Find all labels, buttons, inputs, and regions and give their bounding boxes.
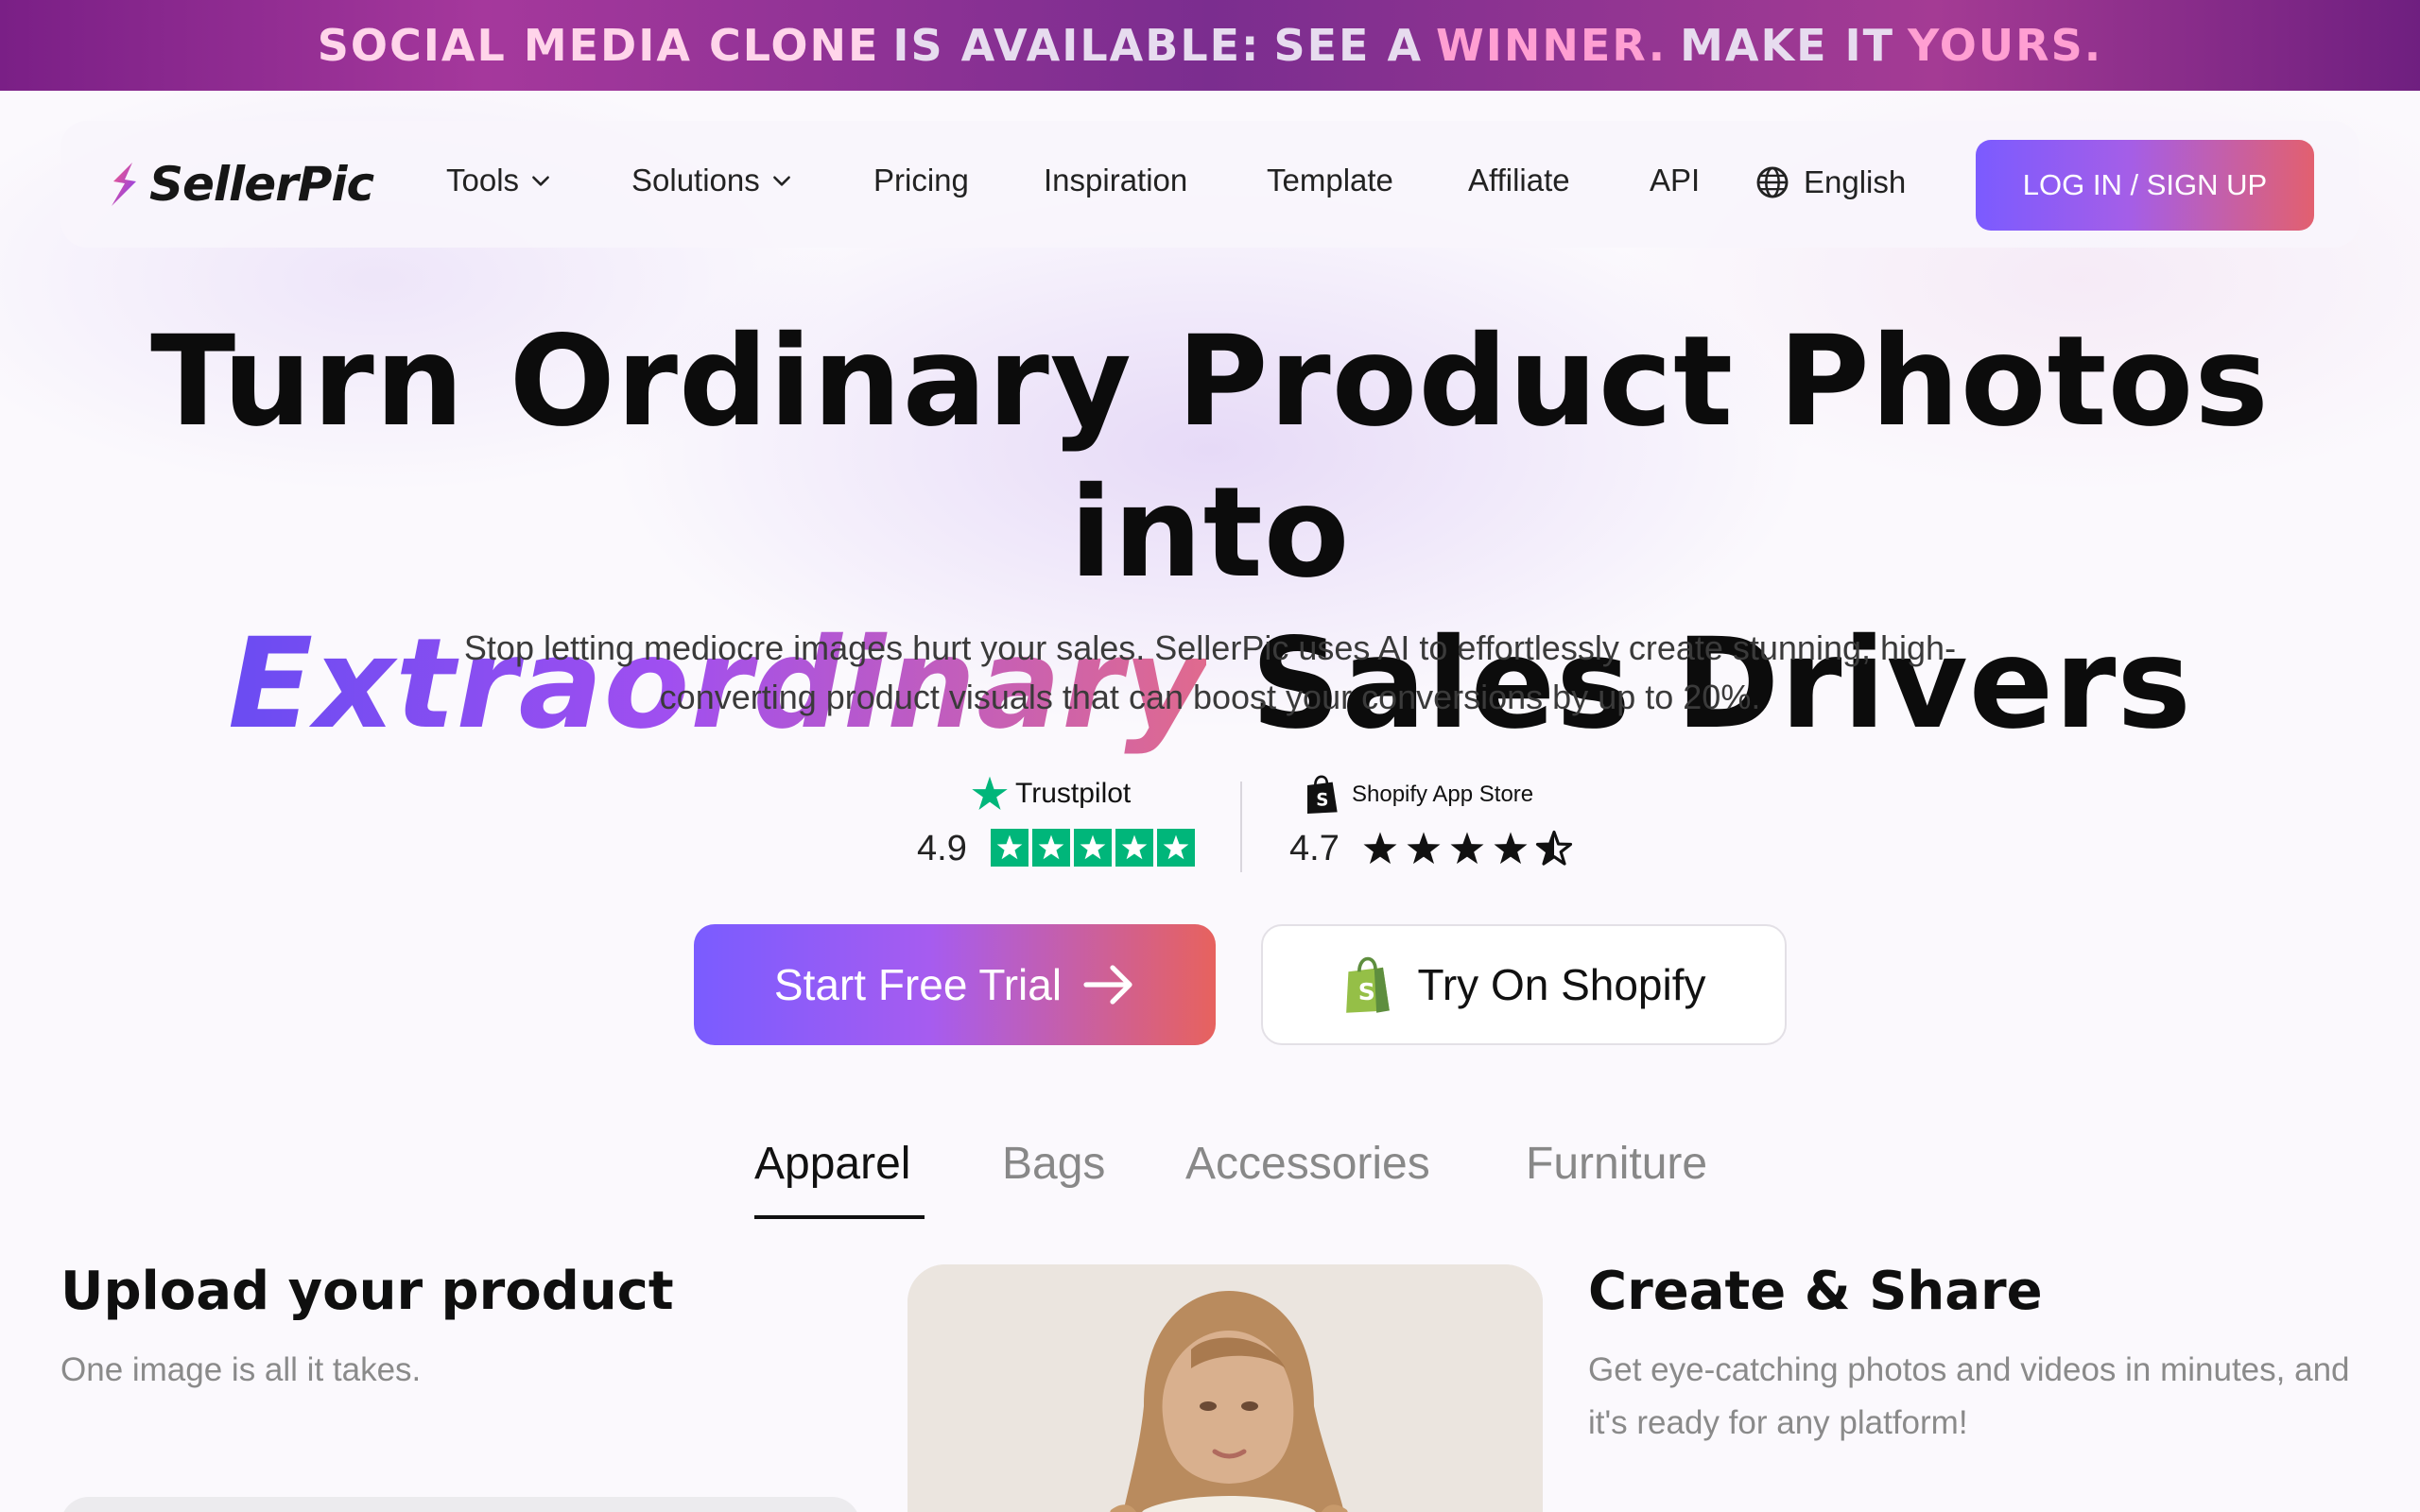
nav-solutions-label: Solutions xyxy=(631,163,760,198)
trustpilot-logo[interactable]: Trustpilot xyxy=(970,774,1131,814)
nav-pricing-label: Pricing xyxy=(873,163,969,198)
create-share-step-title: Create & Share xyxy=(1588,1261,2043,1322)
ratings-row: Trustpilot 4.9 S Shopify App Store 4.7 xyxy=(908,770,1588,874)
hero-subtitle: Stop letting mediocre images hurt your s… xyxy=(463,628,1957,716)
shopify-bag-icon: S xyxy=(1307,775,1338,814)
tab-apparel[interactable]: Apparel xyxy=(754,1138,910,1190)
shopify-bag-icon: S xyxy=(1346,956,1391,1013)
tab-accessories[interactable]: Accessories xyxy=(1185,1138,1430,1190)
nav-template[interactable]: Template xyxy=(1267,163,1393,198)
announcement-banner[interactable]: SOCIAL MEDIA CLONE IS AVAILABLE: SEE A W… xyxy=(0,0,2420,91)
banner-text-1: SOCIAL MEDIA CLONE xyxy=(317,20,880,71)
login-signup-button[interactable]: LOG IN / SIGN UP xyxy=(1976,140,2314,231)
nav-affiliate-label: Affiliate xyxy=(1468,163,1570,198)
nav-solutions[interactable]: Solutions xyxy=(631,163,794,198)
star-icon xyxy=(1450,832,1484,865)
trustpilot-name: Trustpilot xyxy=(1015,778,1132,809)
nav-tools[interactable]: Tools xyxy=(446,163,553,198)
half-star-icon xyxy=(1535,830,1573,866)
trustpilot-star-icon xyxy=(972,776,1008,810)
banner-text-2: IS AVAILABLE: xyxy=(892,20,1261,71)
shopify-score: 4.7 xyxy=(1289,829,1340,868)
model-image xyxy=(908,1264,1543,1512)
trustpilot-stars xyxy=(991,829,1195,867)
nav-api-label: API xyxy=(1650,163,1701,198)
banner-text-4: WINNER. xyxy=(1436,20,1668,71)
trustpilot-score: 4.9 xyxy=(917,829,967,868)
upload-dropzone[interactable] xyxy=(60,1497,860,1512)
star-icon xyxy=(1363,832,1397,865)
star-icon xyxy=(1494,832,1528,865)
try-on-shopify-label: Try On Shopify xyxy=(1417,960,1706,1009)
star-icon xyxy=(1115,829,1153,867)
nav-tools-label: Tools xyxy=(446,163,520,198)
start-free-trial-label: Start Free Trial xyxy=(773,960,1063,1009)
upload-step-title: Upload your product xyxy=(60,1261,674,1322)
banner-text-3: SEE A xyxy=(1273,20,1424,71)
create-share-step-text: Get eye-catching photos and videos in mi… xyxy=(1588,1351,2350,1441)
star-icon xyxy=(1157,829,1195,867)
svg-text:S: S xyxy=(1316,791,1328,811)
category-tabs: Apparel Bags Accessories Furniture xyxy=(0,1130,2420,1221)
nav-inspiration-label: Inspiration xyxy=(1044,163,1188,198)
tab-bags[interactable]: Bags xyxy=(1002,1138,1105,1190)
star-icon xyxy=(1074,829,1112,867)
nav-api[interactable]: API xyxy=(1650,163,1700,198)
arrow-right-icon xyxy=(1083,965,1132,1005)
top-navigation: SellerPic Tools Solutions Pricing Inspir… xyxy=(60,121,2360,248)
star-icon xyxy=(1032,829,1070,867)
nav-affiliate[interactable]: Affiliate xyxy=(1468,163,1570,198)
tab-furniture[interactable]: Furniture xyxy=(1526,1138,1707,1190)
shopify-app-store-name: Shopify App Store xyxy=(1352,782,1534,807)
language-label: English xyxy=(1804,164,1907,199)
nav-template-label: Template xyxy=(1267,163,1393,198)
shopify-app-store-logo[interactable]: S Shopify App Store xyxy=(1303,774,1533,816)
shopify-stars xyxy=(1359,829,1575,868)
chevron-down-icon xyxy=(532,176,549,186)
lightning-logo-icon xyxy=(112,163,136,206)
sellerpic-logo[interactable]: SellerPic xyxy=(104,157,374,212)
banner-text-5: MAKE IT xyxy=(1680,20,1895,71)
nav-pricing[interactable]: Pricing xyxy=(873,163,969,198)
start-free-trial-button[interactable]: Start Free Trial xyxy=(694,924,1216,1045)
upload-step-text: One image is all it takes. xyxy=(60,1351,422,1388)
globe-icon xyxy=(1756,166,1789,198)
banner-text-6: YOURS. xyxy=(1908,20,2103,71)
try-on-shopify-button[interactable]: S Try On Shopify xyxy=(1261,924,1787,1045)
star-icon xyxy=(1407,832,1441,865)
nav-inspiration[interactable]: Inspiration xyxy=(1044,163,1187,198)
logo-text: SellerPic xyxy=(149,157,374,212)
ratings-divider xyxy=(1240,782,1242,872)
star-icon xyxy=(991,829,1028,867)
language-selector[interactable]: English xyxy=(1754,164,1906,200)
chevron-down-icon xyxy=(772,176,790,186)
headline-line1: Turn Ordinary Product Photos into xyxy=(150,309,2270,606)
svg-text:S: S xyxy=(1358,978,1375,1005)
active-tab-indicator xyxy=(754,1215,925,1219)
product-model-photo xyxy=(908,1264,1543,1512)
